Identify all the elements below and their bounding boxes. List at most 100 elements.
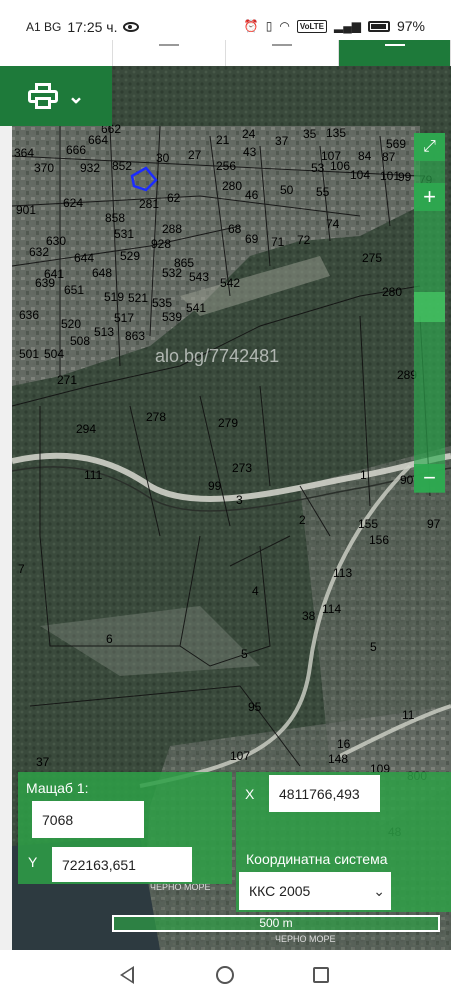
parcel-number-label: 535 [152,296,172,310]
tab-indicator [385,44,405,46]
parcel-number-label: 69 [245,232,259,246]
parcel-number-label: 21 [216,133,230,147]
parcel-number-label: 370 [34,161,54,175]
parcel-number-label: 271 [57,373,77,387]
print-toolbar[interactable]: ⌄ [0,66,112,126]
tab-indicator [272,44,292,46]
parcel-number-label: 648 [92,266,112,280]
parcel-number-label: 6 [106,632,113,646]
parcel-number-label: 90 [400,473,414,487]
parcel-number-label: 11 [402,708,415,722]
parcel-number-label: 5 [370,640,377,654]
parcel-number-label: 99 [398,170,412,184]
parcel-number-label: 273 [232,461,252,475]
parcel-number-label: 148 [328,752,348,766]
back-icon[interactable] [120,966,134,984]
scale-input[interactable]: 7068 [32,801,144,838]
zoom-slider-handle[interactable] [414,292,445,322]
map-left-edge [0,126,12,950]
parcel-number-label: 531 [114,227,134,241]
parcel-number-label: 928 [151,237,171,251]
parcel-number-label: 852 [112,159,132,173]
x-coordinate-field[interactable]: 4811766,493 [269,775,380,812]
parcel-number-label: 364 [14,146,34,160]
page: A1 BG 17:25 ч. ⏰ ▯ ◠ VoLTE ▂▄▆ 97% 662 3… [0,0,451,1000]
parcel-number-label: 279 [218,416,238,430]
eye-icon [123,22,140,32]
parcel-number-label: 543 [189,270,209,284]
app-tab-4[interactable] [339,40,451,66]
parcel-number-label: 50 [280,183,294,197]
parcel-number-label: 62 [167,191,181,205]
parcel-number-label: 113 [333,566,352,580]
chevron-down-icon[interactable]: ⌄ [68,84,85,109]
app-tab-2[interactable] [113,40,226,66]
parcel-number-label: 43 [243,145,257,159]
crs-select[interactable]: ККС 2005 ⌄ [239,872,391,910]
signal-icon: ▂▄▆ [334,19,361,33]
app-tab-3[interactable] [226,40,339,66]
parcel-number-label: 501 [19,347,39,361]
parcel-number-label: 539 [162,310,182,324]
parcel-number-label: 630 [46,234,66,248]
coordinate-system-panel: X 4811766,493 Координатна система ККС 20… [236,772,451,912]
parcel-number-label: 111 [84,468,103,482]
parcel-number-label: 35 [303,127,317,141]
y-label: Y [28,854,38,870]
parcel-number-label: 651 [64,283,84,297]
parcel-number-label: 114 [322,602,341,616]
scale-bar: 500 m [112,915,440,932]
app-tab-1[interactable] [0,40,113,66]
parcel-number-label: 37 [36,755,50,769]
parcel-number-label: 865 [174,256,194,270]
printer-icon[interactable] [27,83,58,109]
battery-icon [367,20,390,32]
scale-label: Мащаб 1: [26,780,89,796]
parcel-number-label: 97 [427,517,441,531]
parcel-number-label: 569 [386,137,406,151]
parcel-number-label: 280 [382,285,402,299]
parcel-number-label: 135 [326,126,346,140]
chevron-down-icon: ⌄ [373,882,385,899]
zoom-in-button[interactable]: + [414,183,445,211]
parcel-number-label: 280 [222,179,242,193]
parcel-number-label: 155 [358,517,378,531]
parcel-number-label: 156 [369,533,389,547]
system-nav-bar [0,950,451,1000]
parcel-number-label: 46 [245,188,259,202]
parcel-number-label: 666 [66,143,86,157]
parcel-number-label: 517 [114,311,134,325]
parcel-number-label: 664 [88,133,108,147]
vibrate-icon: ▯ [265,19,273,33]
parcel-number-label: 55 [316,185,330,199]
tab-indicator [159,44,179,46]
clock: 17:25 ч. [67,19,118,35]
parcel-number-label: 644 [74,251,94,265]
home-icon[interactable] [216,966,234,984]
parcel-number-label: 84 [358,149,372,163]
parcel-number-label: 107 [230,749,250,763]
parcel-number-label: 275 [362,251,382,265]
x-label: X [245,786,255,802]
watermark-text: alo.bg/7742481 [155,346,280,366]
parcel-number-label: 288 [162,222,182,236]
carrier-label: A1 BG [26,20,62,34]
parcel-number-label: 278 [146,410,166,424]
y-coordinate-field[interactable]: 722163,651 [52,847,192,882]
parcel-number-label: 24 [242,127,256,141]
scale-coordinates-panel: Мащаб 1: 7068 Y 722163,651 [18,772,232,884]
parcel-number-label: 858 [105,211,125,225]
recent-apps-icon[interactable] [313,967,329,983]
parcel-number-label: 104 [350,168,370,182]
zoom-out-button[interactable]: − [414,464,445,492]
fullscreen-icon[interactable]: ⤢ [414,133,445,161]
parcel-number-label: 87 [382,150,396,164]
parcel-number-label: 4 [252,584,259,598]
parcel-number-label: 529 [120,249,140,263]
parcel-number-label: 106 [330,159,350,173]
parcel-number-label: 294 [76,422,96,436]
parcel-number-label: 513 [94,325,114,339]
parcel-number-label: 71 [271,235,285,249]
wifi-icon: ◠ [279,19,290,33]
parcel-number-label: 99 [208,479,222,493]
